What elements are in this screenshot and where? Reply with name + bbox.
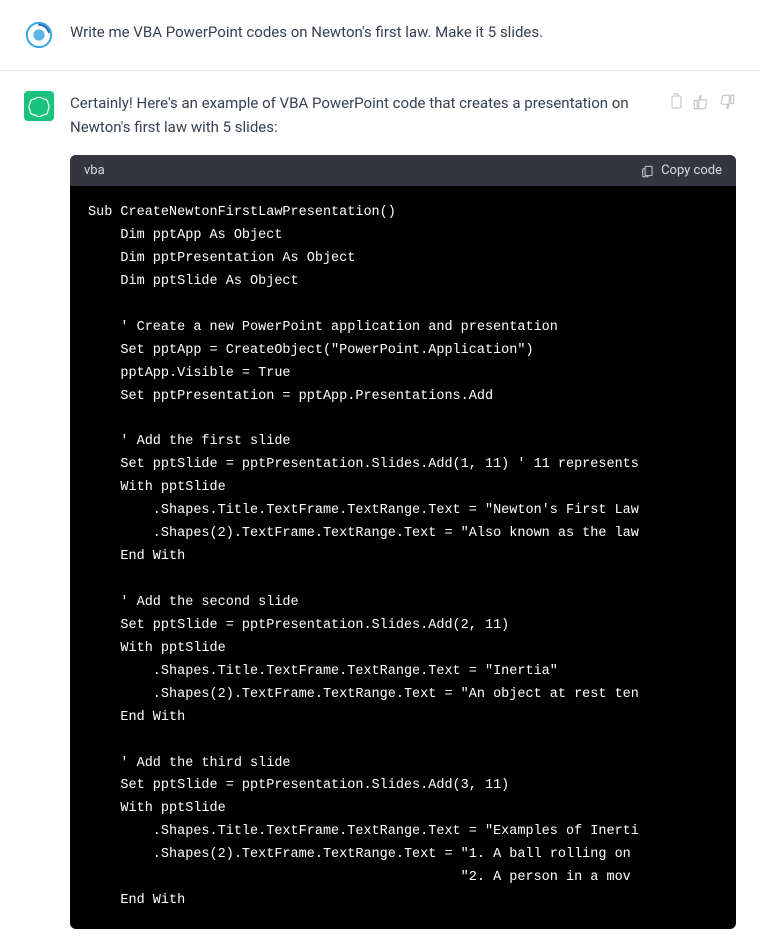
user-avatar-icon (25, 21, 53, 49)
code-block: vba Copy code Sub CreateNewtonFirstLawPr… (70, 155, 736, 929)
assistant-avatar (24, 91, 54, 121)
assistant-message: Certainly! Here's an example of VBA Powe… (0, 71, 760, 949)
copy-code-label: Copy code (661, 163, 722, 178)
clipboard-icon (641, 164, 655, 178)
thumbs-up-icon[interactable] (692, 93, 710, 111)
thumbs-down-icon[interactable] (718, 93, 736, 111)
code-language-label: vba (84, 163, 105, 178)
code-content: Sub CreateNewtonFirstLawPresentation() D… (70, 186, 736, 929)
assistant-message-body: Certainly! Here's an example of VBA Powe… (70, 91, 736, 929)
copy-code-button[interactable]: Copy code (641, 163, 722, 178)
code-header: vba Copy code (70, 155, 736, 186)
user-message-body: Write me VBA PowerPoint codes on Newton'… (70, 20, 736, 50)
assistant-intro-text: Certainly! Here's an example of VBA Powe… (70, 91, 654, 139)
assistant-avatar-icon (28, 95, 50, 117)
user-message: Write me VBA PowerPoint codes on Newton'… (0, 0, 760, 71)
user-avatar (24, 20, 54, 50)
message-actions (666, 93, 736, 111)
clipboard-icon[interactable] (666, 93, 684, 111)
user-message-text: Write me VBA PowerPoint codes on Newton'… (70, 20, 736, 44)
